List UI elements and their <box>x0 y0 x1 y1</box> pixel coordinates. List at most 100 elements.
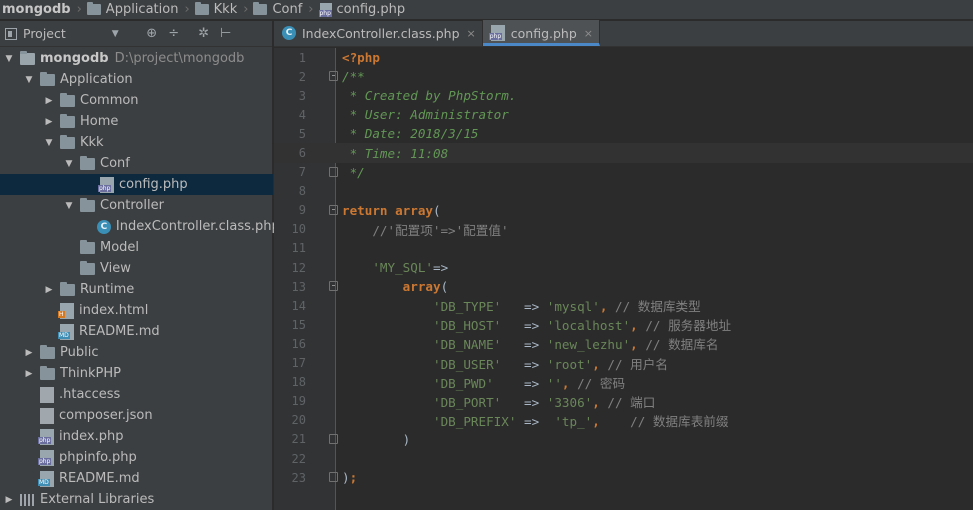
code-line[interactable]: 2 /** <box>274 67 973 86</box>
tree-item[interactable]: ▶README.md <box>0 468 273 489</box>
code-line[interactable]: 23); <box>274 468 973 487</box>
breadcrumb-item[interactable]: config.php <box>314 2 405 17</box>
code-token: => <box>501 299 547 315</box>
code-line[interactable]: 19 'DB_PORT' => '3306', // 端口 <box>274 392 973 411</box>
code-line[interactable]: 1 <?php <box>274 48 973 67</box>
triangle-down-icon[interactable]: ▼ <box>64 201 74 211</box>
tree-item[interactable]: ▼ mongodb D:\project\mongodb <box>0 48 273 69</box>
tree-item[interactable]: ▶index.php <box>0 426 273 447</box>
tree-item[interactable]: ▼ Conf <box>0 153 273 174</box>
tree-item[interactable]: ▶ Home <box>0 111 273 132</box>
collapse-icon[interactable]: ÷ <box>163 26 185 41</box>
code-line[interactable]: 20 'DB_PREFIX' => 'tp_', // 数据库表前缀 <box>274 411 973 430</box>
code-line[interactable]: 14 'DB_TYPE' => 'mysql', // 数据库类型 <box>274 296 973 315</box>
close-icon[interactable]: × <box>584 27 593 40</box>
triangle-right-icon[interactable]: ▶ <box>24 348 34 358</box>
code-token: 'localhost' <box>546 318 631 334</box>
breadcrumb: mongodb›Application›Kkk›Conf› config.php <box>0 0 973 20</box>
fold-gutter <box>306 124 336 143</box>
breadcrumb-item[interactable]: Application › <box>82 2 190 17</box>
code-editor[interactable]: 1 <?php 2/** 3 * Created by PhpStorm. 4 * Us… <box>274 48 973 487</box>
fold-marker-icon[interactable] <box>329 204 338 215</box>
code-token: * Time: 11:08 <box>342 145 449 161</box>
triangle-down-icon[interactable]: ▼ <box>24 75 34 85</box>
fold-gutter <box>306 392 336 411</box>
triangle-down-icon[interactable]: ▼ <box>44 138 54 148</box>
code-line[interactable]: 22 <box>274 449 973 468</box>
sync-icon[interactable]: ⊕ <box>141 26 163 41</box>
code-token: // 数据库类型 <box>607 299 701 315</box>
fold-marker-icon[interactable] <box>329 433 338 444</box>
triangle-right-icon[interactable]: ▶ <box>4 495 14 505</box>
tree-item[interactable]: ▶ Runtime <box>0 279 273 300</box>
code-line[interactable]: 3 * Created by PhpStorm. <box>274 86 973 105</box>
hide-icon[interactable]: ⊢ <box>215 26 237 41</box>
triangle-down-icon[interactable]: ▼ <box>64 159 74 169</box>
project-tree: ▼ mongodb D:\project\mongodb ▼ Application ▶ C… <box>0 48 280 510</box>
code-line[interactable]: 9 return array( <box>274 201 973 220</box>
tree-item[interactable]: ▶config.php <box>0 174 273 195</box>
code-text: 'MY_SQL'=> <box>336 260 448 275</box>
code-line[interactable]: 8 <box>274 182 973 201</box>
fold-marker-icon[interactable] <box>329 166 338 177</box>
code-line[interactable]: 15 'DB_HOST' => 'localhost', // 服务器地址 <box>274 315 973 334</box>
json-file-icon <box>40 407 54 424</box>
fold-marker-icon[interactable] <box>329 472 338 483</box>
tree-item[interactable]: ▼ Kkk <box>0 132 273 153</box>
tree-item[interactable]: ▶phpinfo.php <box>0 447 273 468</box>
code-line[interactable]: 11 <box>274 239 973 258</box>
folder-icon <box>40 71 55 86</box>
code-line[interactable]: 6 * Time: 11:08 <box>274 143 973 163</box>
tree-item-label: ThinkPHP <box>60 366 122 381</box>
code-line[interactable]: 10 //'配置项'=>'配置值' <box>274 220 973 239</box>
tree-item[interactable]: ▶ Common <box>0 90 273 111</box>
fold-gutter <box>306 468 338 487</box>
dropdown-triangle-icon[interactable]: ▼ <box>112 29 119 39</box>
tree-item[interactable]: ▶View <box>0 258 273 279</box>
tree-item[interactable]: ▶ Public <box>0 342 273 363</box>
tree-item[interactable]: ▶ External Libraries <box>0 489 273 510</box>
triangle-right-icon[interactable]: ▶ <box>44 117 54 127</box>
editor-tab[interactable]: C IndexController.class.php × <box>274 20 483 46</box>
tree-item[interactable]: ▶CIndexController.class.php <box>0 216 280 237</box>
line-number: 1 <box>298 50 306 65</box>
line-number: 7 <box>298 165 306 180</box>
tree-item[interactable]: ▶ ThinkPHP <box>0 363 273 384</box>
triangle-down-icon[interactable]: ▼ <box>4 54 14 64</box>
fold-marker-icon[interactable] <box>329 281 338 292</box>
code-line[interactable]: 13 array( <box>274 277 973 296</box>
code-line[interactable]: 7 */ <box>274 163 973 182</box>
close-icon[interactable]: × <box>467 27 476 40</box>
tree-item-label: README.md <box>79 324 160 339</box>
tree-item[interactable]: ▶Model <box>0 237 273 258</box>
code-line[interactable]: 12 'MY_SQL'=> <box>274 258 973 277</box>
code-line[interactable]: 16 'DB_NAME' => 'new_lezhu', // 数据库名 <box>274 334 973 353</box>
code-token: 'DB_NAME' <box>433 337 502 353</box>
tree-item[interactable]: ▶composer.json <box>0 405 273 426</box>
tree-item[interactable]: ▶index.html <box>0 300 273 321</box>
tree-item-label: Runtime <box>80 282 135 297</box>
tree-item[interactable]: ▼ Controller <box>0 195 273 216</box>
code-token: '3306' <box>546 394 593 410</box>
breadcrumb-item[interactable]: Kkk › <box>190 2 248 17</box>
triangle-right-icon[interactable]: ▶ <box>24 369 34 379</box>
breadcrumb-item[interactable]: mongodb › <box>2 2 82 17</box>
code-line[interactable]: 18 'DB_PWD' => '', // 密码 <box>274 373 973 392</box>
code-line[interactable]: 21 ) <box>274 430 973 449</box>
triangle-right-icon[interactable]: ▶ <box>44 96 54 106</box>
code-line[interactable]: 5 * Date: 2018/3/15 <box>274 124 973 143</box>
tree-item[interactable]: ▶.htaccess <box>0 384 273 405</box>
code-line[interactable]: 17 'DB_USER' => 'root', // 用户名 <box>274 354 973 373</box>
tree-item[interactable]: ▼ Application <box>0 69 273 90</box>
editor-tab[interactable]: config.php × <box>482 20 600 46</box>
triangle-right-icon[interactable]: ▶ <box>44 285 54 295</box>
project-view-selector[interactable]: Project <box>23 26 66 41</box>
fold-marker-icon[interactable] <box>329 71 338 82</box>
breadcrumb-item[interactable]: Conf › <box>248 2 314 17</box>
md-file-icon <box>38 470 54 487</box>
gear-icon[interactable]: ✲ <box>193 26 215 41</box>
fold-gutter <box>306 163 338 182</box>
tree-item[interactable]: ▶README.md <box>0 321 273 342</box>
code-line[interactable]: 4 * User: Administrator <box>274 105 973 124</box>
